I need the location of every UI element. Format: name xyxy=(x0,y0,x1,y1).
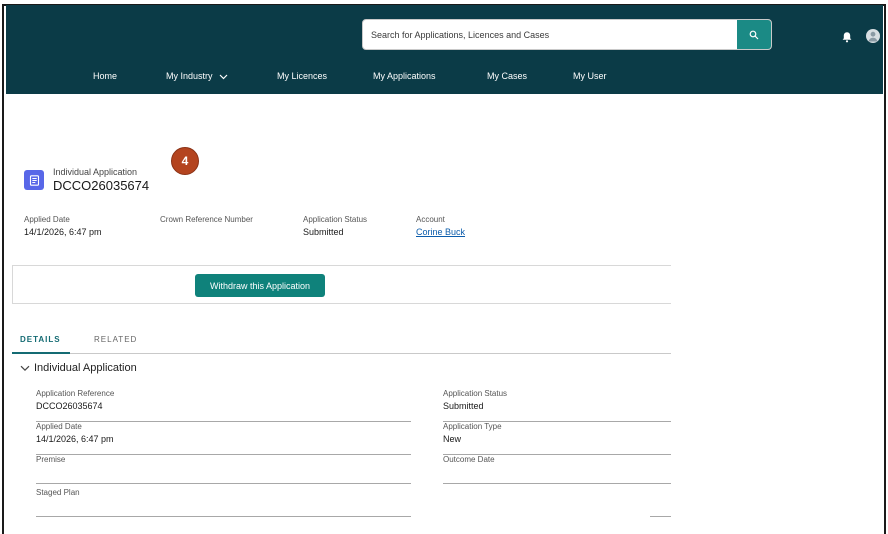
highlight-applied-date-label: Applied Date xyxy=(24,215,70,224)
field-staged-plan: Staged Plan xyxy=(36,488,411,517)
nav-my-industry-label: My Industry xyxy=(166,71,213,81)
global-search xyxy=(362,19,772,50)
step-number-badge: 4 xyxy=(171,147,199,175)
user-icon xyxy=(868,31,878,42)
search-button[interactable] xyxy=(737,20,771,49)
account-link[interactable]: Corine Buck xyxy=(416,227,465,237)
field-premise: Premise xyxy=(36,455,411,484)
field-value: New xyxy=(443,434,462,444)
section-title: Individual Application xyxy=(34,362,137,374)
field-divider xyxy=(650,516,671,517)
search-input[interactable] xyxy=(363,20,735,49)
field-label: Outcome Date xyxy=(443,455,495,464)
main-nav: Home My Industry My Licences My Applicat… xyxy=(6,71,883,87)
nav-my-industry[interactable]: My Industry xyxy=(166,71,228,81)
nav-my-user[interactable]: My User xyxy=(573,71,607,81)
highlight-status-label: Application Status xyxy=(303,215,368,224)
field-label: Staged Plan xyxy=(36,488,80,497)
chevron-down-icon xyxy=(219,74,228,79)
document-icon xyxy=(29,174,39,186)
field-application-reference: Application Reference DCCO26035674 xyxy=(36,389,411,422)
field-label: Premise xyxy=(36,455,66,464)
tab-related[interactable]: RELATED xyxy=(94,330,137,354)
highlight-status-value: Submitted xyxy=(303,227,344,237)
field-value: Submitted xyxy=(443,401,484,411)
field-value: DCCO26035674 xyxy=(36,401,103,411)
field-label: Application Reference xyxy=(36,389,115,398)
highlight-crown-reference-label: Crown Reference Number xyxy=(160,215,253,224)
top-header: Home My Industry My Licences My Applicat… xyxy=(6,5,883,94)
field-application-status: Application Status Submitted xyxy=(443,389,671,422)
nav-my-applications[interactable]: My Applications xyxy=(373,71,436,81)
bell-icon[interactable] xyxy=(841,31,853,43)
highlight-applied-date: Applied Date 14/1/2026, 6:47 pm xyxy=(24,215,102,237)
field-outcome-date: Outcome Date xyxy=(443,455,671,484)
action-bar xyxy=(12,265,671,304)
record-tabs: DETAILS RELATED xyxy=(12,330,671,354)
field-label: Applied Date xyxy=(36,422,82,431)
nav-my-licences[interactable]: My Licences xyxy=(277,71,327,81)
search-icon xyxy=(749,30,759,39)
field-application-type: Application Type New xyxy=(443,422,671,455)
chevron-down-icon xyxy=(20,365,30,371)
tab-details[interactable]: DETAILS xyxy=(12,330,70,354)
withdraw-application-button[interactable]: Withdraw this Application xyxy=(195,274,325,297)
highlight-crown-reference: Crown Reference Number xyxy=(160,215,253,227)
nav-home[interactable]: Home xyxy=(93,71,117,81)
highlight-account: Account Corine Buck xyxy=(416,215,465,237)
record-title: DCCO26035674 xyxy=(53,178,150,193)
field-label: Application Type xyxy=(443,422,502,431)
record-object-label: Individual Application xyxy=(53,167,138,177)
application-record-icon xyxy=(24,170,44,190)
section-individual-application-toggle[interactable]: Individual Application xyxy=(20,362,137,374)
field-label: Application Status xyxy=(443,389,508,398)
user-avatar[interactable] xyxy=(866,29,880,43)
field-value: 14/1/2026, 6:47 pm xyxy=(36,434,114,444)
highlight-applied-date-value: 14/1/2026, 6:47 pm xyxy=(24,227,102,237)
field-applied-date: Applied Date 14/1/2026, 6:47 pm xyxy=(36,422,411,455)
highlight-application-status: Application Status Submitted xyxy=(303,215,367,237)
nav-my-cases[interactable]: My Cases xyxy=(487,71,527,81)
highlight-account-label: Account xyxy=(416,215,445,224)
